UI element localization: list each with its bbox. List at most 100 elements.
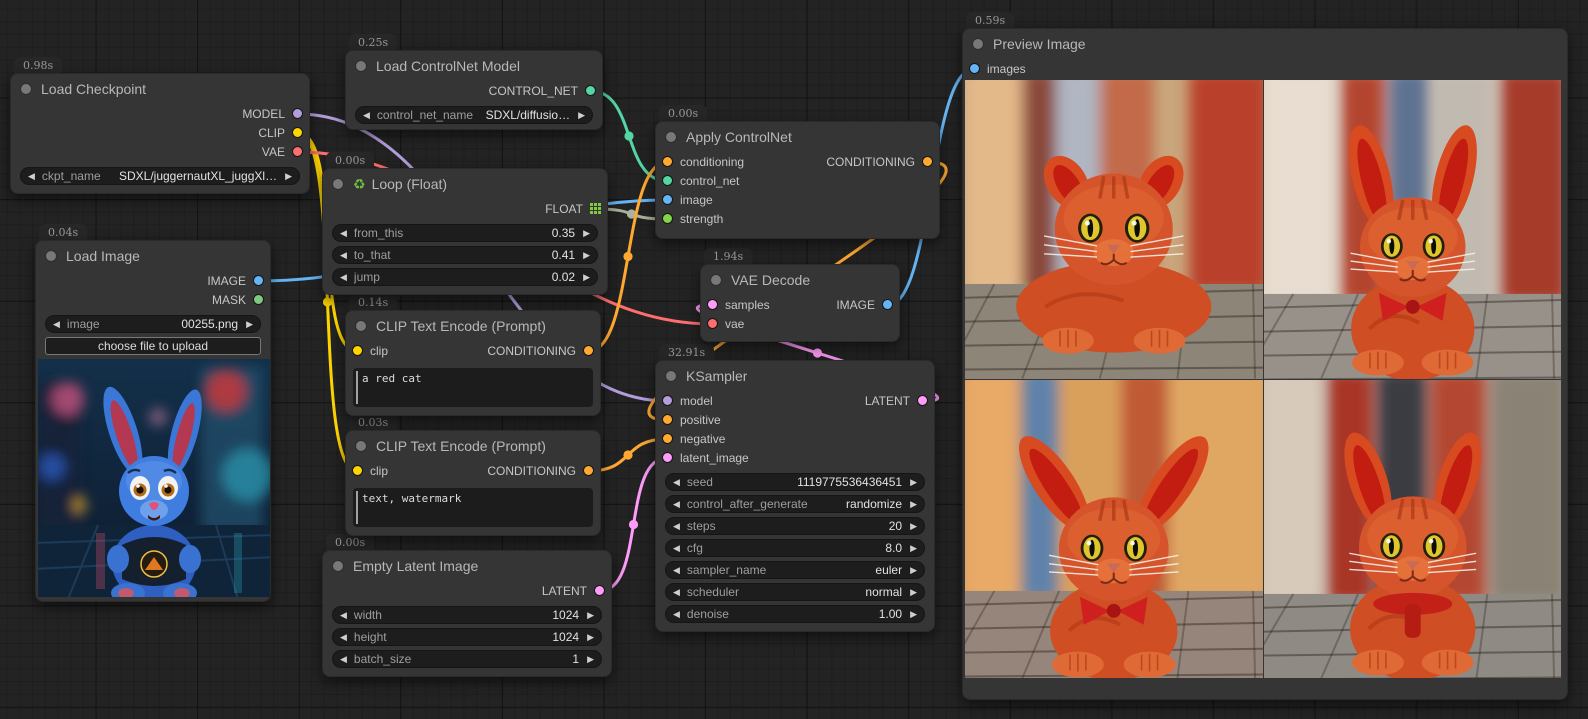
- widget-jump[interactable]: ◀jump0.02▶: [332, 268, 598, 286]
- node-clip1[interactable]: 0.14sCLIP Text Encode (Prompt)clipCONDIT…: [345, 310, 601, 416]
- widget-value[interactable]: 00255.png: [181, 317, 238, 331]
- node-load_checkpoint[interactable]: 0.98sLoad CheckpointMODELCLIPVAE◀ckpt_na…: [10, 73, 310, 194]
- widget-decrement-arrow-icon[interactable]: ◀: [673, 543, 680, 554]
- widget-increment-arrow-icon[interactable]: ▶: [910, 565, 917, 576]
- prompt-textarea[interactable]: a red cat: [353, 368, 593, 407]
- node-canvas[interactable]: { "canvas_bg": "#232323", "port_colors":…: [0, 0, 1588, 719]
- output-port-IMAGE[interactable]: [882, 299, 893, 310]
- prompt-textarea[interactable]: text, watermark: [353, 488, 593, 527]
- widget-value[interactable]: euler: [875, 563, 902, 577]
- widget-denoise[interactable]: ◀denoise1.00▶: [665, 605, 925, 623]
- node-apply_cn[interactable]: 0.00sApply ControlNetconditioningCONDITI…: [655, 121, 940, 239]
- node-clip2[interactable]: 0.03sCLIP Text Encode (Prompt)clipCONDIT…: [345, 430, 601, 536]
- widget-image[interactable]: ◀image00255.png▶: [45, 315, 261, 333]
- widget-decrement-arrow-icon[interactable]: ◀: [363, 110, 370, 121]
- output-port-CONDITIONING[interactable]: [583, 465, 594, 476]
- widget-increment-arrow-icon[interactable]: ▶: [583, 250, 590, 261]
- widget-decrement-arrow-icon[interactable]: ◀: [673, 499, 680, 510]
- node-loop[interactable]: 0.00s♻Loop (Float)FLOAT◀from_this0.35▶◀t…: [322, 168, 608, 295]
- widget-value[interactable]: SDXL/diffusio…: [486, 108, 571, 122]
- widget-from_this[interactable]: ◀from_this0.35▶: [332, 224, 598, 242]
- widget-decrement-arrow-icon[interactable]: ◀: [340, 632, 347, 643]
- widget-increment-arrow-icon[interactable]: ▶: [910, 521, 917, 532]
- widget-increment-arrow-icon[interactable]: ▶: [285, 171, 292, 182]
- node-ksampler[interactable]: 32.91sKSamplermodelLATENTpositivenegativ…: [655, 360, 935, 632]
- output-port-IMAGE[interactable]: [253, 275, 264, 286]
- node-vae_decode[interactable]: 1.94sVAE DecodesamplesIMAGEvae: [700, 264, 900, 342]
- widget-increment-arrow-icon[interactable]: ▶: [587, 654, 594, 665]
- widget-decrement-arrow-icon[interactable]: ◀: [28, 171, 35, 182]
- widget-increment-arrow-icon[interactable]: ▶: [587, 632, 594, 643]
- widget-increment-arrow-icon[interactable]: ▶: [246, 319, 253, 330]
- widget-increment-arrow-icon[interactable]: ▶: [583, 228, 590, 239]
- collapse-dot-icon[interactable]: [45, 250, 57, 262]
- widget-increment-arrow-icon[interactable]: ▶: [910, 543, 917, 554]
- widget-decrement-arrow-icon[interactable]: ◀: [340, 610, 347, 621]
- output-port-CONDITIONING[interactable]: [583, 345, 594, 356]
- widget-value[interactable]: SDXL/juggernautXL_juggXl…: [119, 169, 277, 183]
- collapse-dot-icon[interactable]: [665, 131, 677, 143]
- input-port-samples[interactable]: [707, 299, 718, 310]
- widget-value[interactable]: 20: [889, 519, 902, 533]
- output-port-CONTROL_NET[interactable]: [585, 85, 596, 96]
- input-port-clip[interactable]: [352, 465, 363, 476]
- input-port-control_net[interactable]: [662, 175, 673, 186]
- widget-decrement-arrow-icon[interactable]: ◀: [340, 654, 347, 665]
- widget-increment-arrow-icon[interactable]: ▶: [910, 477, 917, 488]
- widget-value[interactable]: 8.0: [885, 541, 902, 555]
- input-port-strength[interactable]: [662, 213, 673, 224]
- node-load_image[interactable]: 0.04sLoad ImageIMAGEMASK◀image00255.png▶…: [35, 240, 271, 602]
- widget-value[interactable]: 1024: [552, 630, 579, 644]
- widget-decrement-arrow-icon[interactable]: ◀: [673, 587, 680, 598]
- widget-control_net_name[interactable]: ◀control_net_nameSDXL/diffusio…▶: [355, 106, 593, 124]
- widget-value[interactable]: 1119775536436451: [797, 475, 902, 489]
- list-output-grid-icon[interactable]: [590, 203, 601, 214]
- node-preview[interactable]: 0.59sPreview Imageimages: [962, 28, 1568, 700]
- widget-increment-arrow-icon[interactable]: ▶: [587, 610, 594, 621]
- input-port-model[interactable]: [662, 395, 673, 406]
- collapse-dot-icon[interactable]: [665, 370, 677, 382]
- collapse-dot-icon[interactable]: [355, 60, 367, 72]
- node-empty_latent[interactable]: 0.00sEmpty Latent ImageLATENT◀width1024▶…: [322, 550, 612, 677]
- widget-decrement-arrow-icon[interactable]: ◀: [340, 228, 347, 239]
- input-port-negative[interactable]: [662, 433, 673, 444]
- widget-value[interactable]: 0.41: [552, 248, 575, 262]
- widget-width[interactable]: ◀width1024▶: [332, 606, 602, 624]
- collapse-dot-icon[interactable]: [332, 178, 344, 190]
- widget-decrement-arrow-icon[interactable]: ◀: [53, 319, 60, 330]
- widget-ckpt_name[interactable]: ◀ckpt_nameSDXL/juggernautXL_juggXl…▶: [20, 167, 300, 185]
- widget-decrement-arrow-icon[interactable]: ◀: [340, 250, 347, 261]
- widget-to_that[interactable]: ◀to_that0.41▶: [332, 246, 598, 264]
- widget-batch_size[interactable]: ◀batch_size1▶: [332, 650, 602, 668]
- widget-decrement-arrow-icon[interactable]: ◀: [673, 565, 680, 576]
- widget-cfg[interactable]: ◀cfg8.0▶: [665, 539, 925, 557]
- widget-value[interactable]: 0.02: [552, 270, 575, 284]
- collapse-dot-icon[interactable]: [355, 320, 367, 332]
- upload-file-button[interactable]: choose file to upload: [45, 337, 261, 355]
- widget-control_after_generate[interactable]: ◀control_after_generaterandomize▶: [665, 495, 925, 513]
- widget-increment-arrow-icon[interactable]: ▶: [910, 609, 917, 620]
- widget-decrement-arrow-icon[interactable]: ◀: [673, 521, 680, 532]
- output-port-LATENT[interactable]: [917, 395, 928, 406]
- collapse-dot-icon[interactable]: [355, 440, 367, 452]
- input-port-conditioning[interactable]: [662, 156, 673, 167]
- widget-value[interactable]: normal: [865, 585, 902, 599]
- widget-sampler_name[interactable]: ◀sampler_nameeuler▶: [665, 561, 925, 579]
- input-port-image[interactable]: [662, 194, 673, 205]
- widget-decrement-arrow-icon[interactable]: ◀: [673, 609, 680, 620]
- widget-increment-arrow-icon[interactable]: ▶: [910, 587, 917, 598]
- widget-height[interactable]: ◀height1024▶: [332, 628, 602, 646]
- input-port-positive[interactable]: [662, 414, 673, 425]
- widget-value[interactable]: 0.35: [552, 226, 575, 240]
- widget-value[interactable]: 1: [572, 652, 579, 666]
- output-port-CLIP[interactable]: [292, 127, 303, 138]
- widget-decrement-arrow-icon[interactable]: ◀: [673, 477, 680, 488]
- collapse-dot-icon[interactable]: [332, 560, 344, 572]
- input-port-images[interactable]: [969, 63, 980, 74]
- widget-value[interactable]: randomize: [846, 497, 902, 511]
- node-load_controlnet[interactable]: 0.25sLoad ControlNet ModelCONTROL_NET◀co…: [345, 50, 603, 130]
- input-port-latent_image[interactable]: [662, 452, 673, 463]
- input-port-clip[interactable]: [352, 345, 363, 356]
- widget-decrement-arrow-icon[interactable]: ◀: [340, 272, 347, 283]
- widget-seed[interactable]: ◀seed1119775536436451▶: [665, 473, 925, 491]
